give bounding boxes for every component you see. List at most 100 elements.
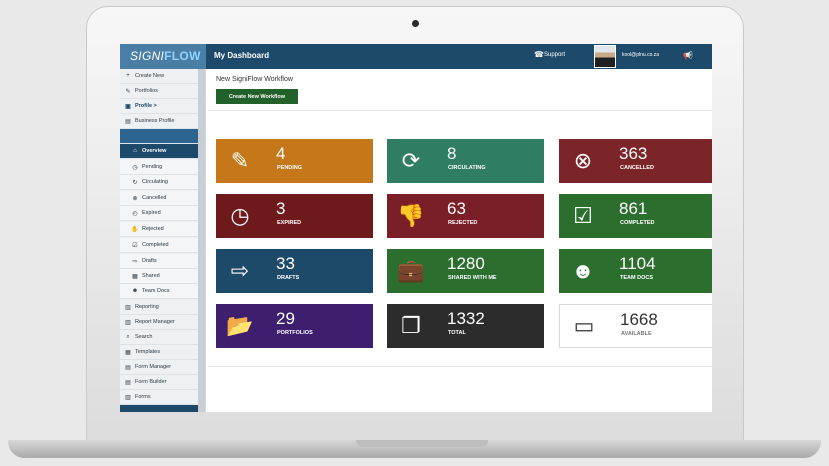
tile-count: 1668	[620, 310, 658, 329]
report-icon: ▥	[125, 304, 131, 311]
sidebar-item-profile[interactable]: ▣ Profile >	[120, 99, 198, 114]
tile-available[interactable]: ▭ 1668 AVAILABLE	[559, 304, 712, 348]
tile-count: 363	[619, 144, 648, 163]
tile-label: CIRCULATING	[448, 165, 486, 171]
profile-icon: ▣	[125, 103, 131, 110]
home-icon: ⌂	[133, 148, 137, 154]
top-bar: SIGNIFLOW My Dashboard ☎ Support kool@pl…	[120, 44, 712, 69]
tile-team-docs[interactable]: ☻ 1104 TEAM DOCS	[559, 249, 712, 293]
sidebar-item-documents-group[interactable]: ▬	[120, 129, 198, 144]
support-icon[interactable]: ☎	[534, 50, 544, 59]
plus-icon: +	[126, 73, 130, 79]
tile-completed[interactable]: ☑ 861 COMPLETED	[559, 194, 712, 238]
tile-pending[interactable]: ✎ 4 PENDING	[216, 139, 373, 183]
sidebar-item-search[interactable]: ⌕ Search	[120, 330, 198, 345]
edit-icon: ✎	[230, 148, 250, 173]
sidebar-item-completed[interactable]: ☑ Completed	[120, 238, 198, 253]
folder-icon: ▬	[125, 133, 131, 139]
sidebar-item-cancelled[interactable]: ⊗ Cancelled	[120, 191, 198, 206]
tile-count: 1332	[447, 309, 485, 328]
user-email[interactable]: kool@plnu.co.za	[622, 52, 659, 58]
clock-icon: ◷	[230, 203, 250, 228]
tile-label: AVAILABLE	[621, 331, 652, 337]
base-notch	[356, 440, 488, 447]
sidebar-item-rejected[interactable]: ✋ Rejected	[120, 222, 198, 237]
sidebar-item-form-builder[interactable]: ▤ Form Builder	[120, 375, 198, 390]
drive-icon: ▭	[573, 313, 595, 338]
divider	[208, 366, 712, 367]
sidebar-item-circulating[interactable]: ↻ Circulating	[120, 175, 198, 190]
timer-icon: ◴	[132, 210, 138, 217]
tile-label: REJECTED	[448, 220, 478, 226]
cancel-icon: ⊗	[132, 195, 138, 202]
sidebar-item-templates[interactable]: ▦ Templates	[120, 345, 198, 360]
tile-count: 8	[447, 144, 457, 163]
tile-label: CANCELLED	[620, 165, 654, 171]
check-icon: ☑	[132, 242, 138, 249]
sidebar-item-portfolios[interactable]: ✎ Portfolios	[120, 84, 198, 99]
search-icon: ⌕	[126, 333, 130, 340]
megaphone-icon[interactable]: 📢	[683, 51, 693, 60]
page-title: My Dashboard	[214, 51, 270, 60]
sidebar-footer	[120, 405, 198, 412]
sidebar: + Create New ✎ Portfolios ▣ Profile > ▤ Busi…	[120, 69, 206, 412]
sidebar-item-expired[interactable]: ◴ Expired	[120, 206, 198, 221]
report-manager-icon: ▥	[125, 319, 131, 326]
form-manager-icon: ▤	[125, 364, 131, 371]
camera-icon	[412, 20, 419, 27]
avatar[interactable]	[594, 45, 616, 68]
logo[interactable]: SIGNIFLOW	[120, 44, 206, 69]
tile-count: 3	[276, 199, 286, 218]
tile-drafts[interactable]: ⇨ 33 DRAFTS	[216, 249, 373, 293]
tile-count: 33	[276, 254, 295, 273]
sidebar-item-shared[interactable]: ▦ Shared	[120, 269, 198, 284]
tile-count: 63	[447, 199, 466, 218]
refresh-icon: ⟳	[401, 148, 421, 173]
tile-expired[interactable]: ◷ 3 EXPIRED	[216, 194, 373, 238]
sidebar-item-report-manager[interactable]: ▥ Report Manager	[120, 315, 198, 330]
document-icon: ▤	[125, 118, 131, 125]
section-title: New SigniFlow Workflow	[216, 76, 293, 83]
tile-label: COMPLETED	[620, 220, 655, 226]
tile-circulating[interactable]: ⟳ 8 CIRCULATING	[387, 139, 544, 183]
sidebar-item-drafts[interactable]: ⇨ Drafts	[120, 254, 198, 269]
folder-open-icon: 📂	[226, 313, 254, 338]
support-link[interactable]: Support	[544, 52, 565, 58]
tile-portfolios[interactable]: 📂 29 PORTFOLIOS	[216, 304, 373, 348]
share-icon: ▦	[132, 273, 138, 280]
screen: SIGNIFLOW My Dashboard ☎ Support kool@pl…	[120, 44, 712, 412]
pencil-icon: ✎	[125, 88, 131, 95]
create-new-workflow-button[interactable]: Create New Workflow	[216, 89, 298, 104]
sidebar-item-team-docs[interactable]: ☻ Team Docs	[120, 284, 198, 299]
sidebar-scrollbar[interactable]	[198, 69, 205, 412]
divider	[208, 110, 712, 111]
tile-label: EXPIRED	[277, 220, 302, 226]
export-icon: ⇨	[230, 258, 250, 283]
copy-icon: ❐	[401, 313, 421, 338]
tile-total[interactable]: ❐ 1332 TOTAL	[387, 304, 544, 348]
tile-label: TEAM DOCS	[620, 275, 653, 281]
tile-count: 4	[276, 144, 286, 163]
briefcase-icon: 💼	[397, 258, 425, 283]
tile-count: 1104	[619, 254, 656, 273]
sidebar-item-create-new[interactable]: + Create New	[120, 69, 198, 84]
tile-cancelled[interactable]: ⊗ 363 CANCELLED	[559, 139, 712, 183]
reject-icon: ✋	[131, 226, 139, 233]
sidebar-item-form-manager[interactable]: ▤ Form Manager	[120, 360, 198, 375]
sidebar-item-business-profile[interactable]: ▤ Business Profile	[120, 114, 198, 129]
tile-rejected[interactable]: 👎 63 REJECTED	[387, 194, 544, 238]
forms-icon: ▥	[125, 394, 131, 401]
sidebar-item-forms[interactable]: ▥ Forms	[120, 390, 198, 405]
tile-count: 29	[276, 309, 295, 328]
sidebar-item-reporting[interactable]: ▥ Reporting	[120, 300, 198, 315]
sidebar-item-pending[interactable]: ◷ Pending	[120, 160, 198, 175]
clock-icon: ◷	[132, 164, 138, 171]
tile-label: DRAFTS	[277, 275, 300, 281]
laptop-base	[8, 440, 821, 458]
sidebar-item-overview[interactable]: ⌂ Overview	[120, 144, 198, 159]
tile-shared-with-me[interactable]: 💼 1280 SHARED WITH ME	[387, 249, 544, 293]
tile-label: SHARED WITH ME	[448, 275, 497, 281]
tile-label: PENDING	[277, 165, 303, 171]
tile-label: PORTFOLIOS	[277, 330, 313, 336]
tile-count: 1280	[447, 254, 485, 273]
